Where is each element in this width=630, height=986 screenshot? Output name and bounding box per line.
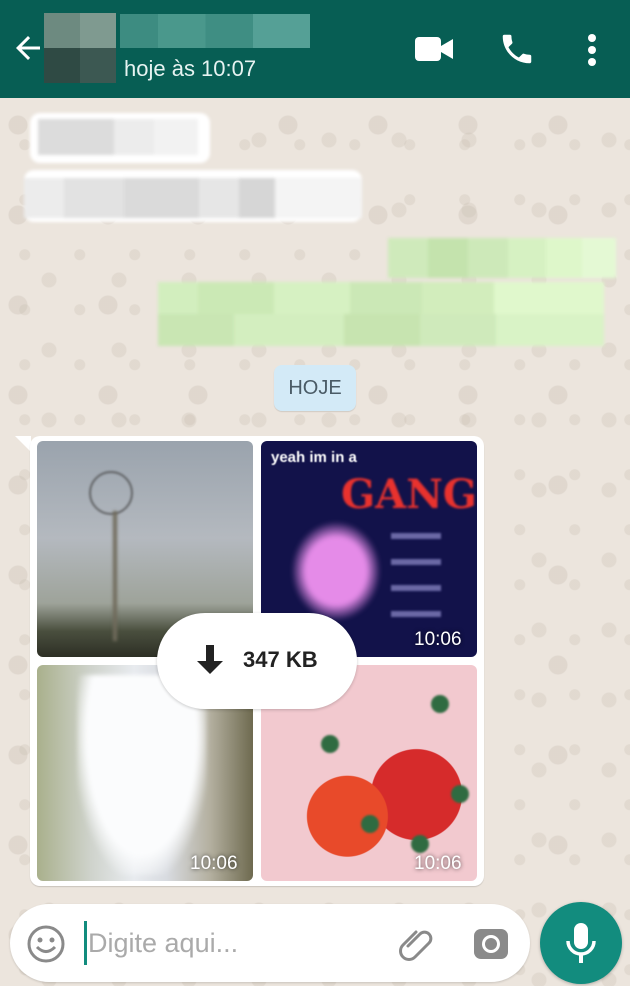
chat-header: hoje às 10:07 — [0, 0, 630, 98]
date-divider: HOJE — [274, 365, 356, 411]
message-time: 10:06 — [190, 853, 238, 874]
bubble-tail — [15, 436, 31, 452]
incoming-message-redacted[interactable] — [30, 113, 210, 163]
message-input[interactable] — [88, 921, 378, 965]
text-caret — [84, 921, 87, 965]
thumbnail-caption: yeah im in a — [271, 449, 357, 466]
emoji-icon[interactable] — [26, 924, 66, 964]
camera-icon[interactable] — [472, 925, 510, 963]
message-time: 10:06 — [414, 629, 462, 650]
download-arrow-icon[interactable] — [194, 643, 226, 679]
last-seen-status: hoje às 10:07 — [124, 56, 257, 81]
voice-call-icon[interactable] — [498, 30, 536, 68]
message-time: 10:06 — [414, 853, 462, 874]
attach-icon[interactable] — [396, 924, 436, 964]
thumbnail-content — [89, 471, 133, 515]
contact-avatar[interactable] — [44, 13, 116, 83]
download-size-label[interactable]: 347 KB — [243, 647, 318, 673]
outgoing-message-redacted[interactable] — [158, 282, 604, 346]
incoming-message-redacted[interactable] — [24, 170, 362, 222]
back-arrow-icon[interactable] — [10, 30, 46, 66]
mic-icon — [566, 923, 596, 963]
contact-name-redacted[interactable] — [120, 14, 310, 48]
outgoing-message-redacted[interactable] — [388, 238, 616, 278]
thumbnail-caption: GANG — [341, 471, 477, 518]
more-options-icon[interactable] — [580, 32, 604, 68]
voice-record-button[interactable] — [540, 902, 622, 984]
video-call-icon[interactable] — [414, 34, 454, 64]
